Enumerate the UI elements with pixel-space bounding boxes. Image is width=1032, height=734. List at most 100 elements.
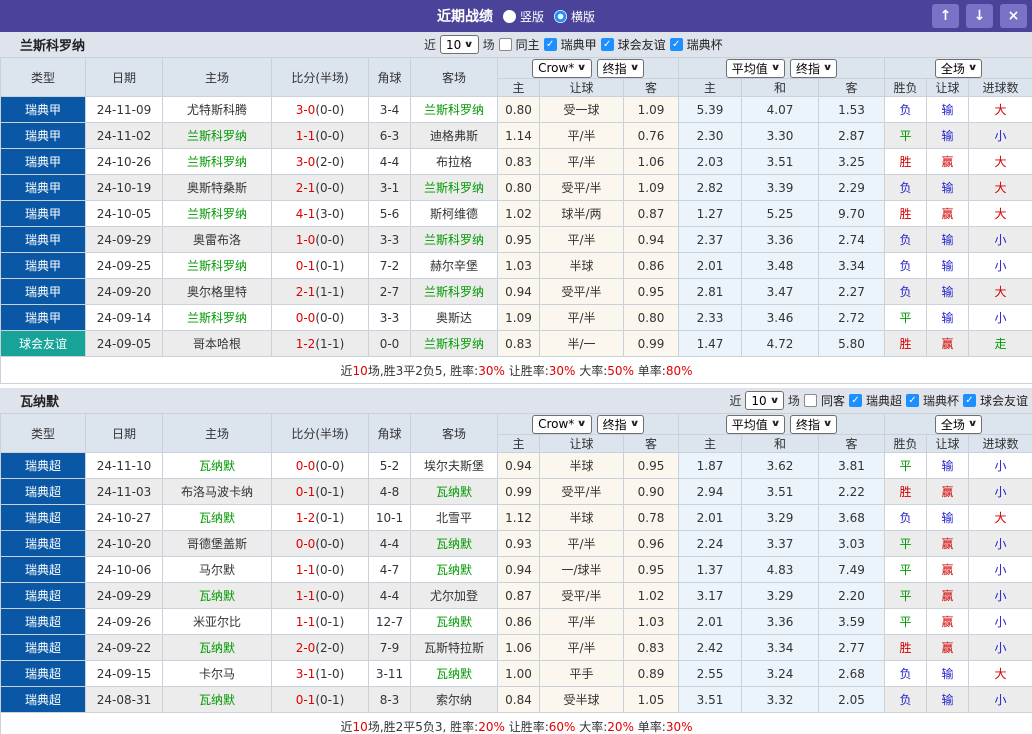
table-row: 瑞典超24-08-31瓦纳默0-1(0-1)8-3索尔纳0.84受半球1.053… — [1, 687, 1032, 713]
summary-segment: 近 — [341, 720, 353, 734]
fulltime-score: 0-1 — [296, 259, 316, 273]
halftime-score: (2-0) — [315, 155, 344, 169]
chevron-down-icon: ∨ — [769, 396, 779, 406]
league-filter-checkbox[interactable]: ✓ — [544, 38, 557, 51]
corner-cell: 4-4 — [369, 149, 411, 175]
result-handicap: 输 — [927, 505, 969, 531]
result-handicap: 赢 — [927, 331, 969, 357]
column-subheader: 让球 — [927, 435, 969, 453]
final-odds-select[interactable]: 终指∨ — [790, 415, 837, 434]
fulltime-select[interactable]: 全场∨ — [935, 415, 982, 434]
odds-group-selects: Crow*∨ 终指∨ — [498, 415, 678, 434]
fulltime-score: 3-0 — [296, 103, 316, 117]
same-venue-label: 同主 — [516, 36, 540, 53]
table-row: 瑞典超24-09-29瓦纳默1-1(0-0)4-4尤尔加登0.87受平/半1.0… — [1, 583, 1032, 609]
title-group: 近期战绩 竖版 横版 — [437, 6, 595, 26]
final-odds-select[interactable]: 终指∨ — [597, 59, 644, 78]
fulltime-score: 2-0 — [296, 641, 316, 655]
result-goals: 小 — [969, 453, 1032, 479]
corner-cell: 7-2 — [369, 253, 411, 279]
odds-group-selects: 全场∨ — [885, 59, 1032, 78]
league-type-cell: 瑞典甲 — [1, 123, 86, 149]
summary-segment: 大率: — [575, 720, 607, 734]
scroll-up-button[interactable]: ↑ — [932, 4, 959, 28]
score-cell: 2-1(1-1) — [272, 279, 369, 305]
handicap-home-odds: 0.94 — [498, 557, 540, 583]
company-select[interactable]: Crow*∨ — [532, 415, 592, 434]
column-header: 客场 — [411, 414, 498, 453]
match-count-select[interactable]: 10 ∨ — [745, 391, 784, 410]
home-team-cell: 兰斯科罗纳 — [163, 123, 272, 149]
score-cell: 1-1(0-0) — [272, 583, 369, 609]
avg-away-odds: 2.05 — [819, 687, 885, 713]
league-filter-label: 球会友谊 — [980, 392, 1028, 409]
score-cell: 0-1(0-1) — [272, 253, 369, 279]
league-filter-checkbox[interactable]: ✓ — [670, 38, 683, 51]
header-row: 类型日期主场比分(半场)角球客场Crow*∨终指∨平均值∨终指∨全场∨ — [1, 414, 1032, 435]
same-venue-checkbox[interactable] — [804, 394, 817, 407]
league-type-cell: 瑞典超 — [1, 583, 86, 609]
league-type-cell: 瑞典超 — [1, 661, 86, 687]
handicap-home-odds: 1.12 — [498, 505, 540, 531]
league-type-cell: 瑞典甲 — [1, 253, 86, 279]
league-filter-checkbox[interactable]: ✓ — [849, 394, 862, 407]
result-wdl: 平 — [885, 453, 927, 479]
halftime-score: (0-0) — [315, 181, 344, 195]
final-odds-select[interactable]: 终指∨ — [597, 415, 644, 434]
halftime-score: (3-0) — [315, 207, 344, 221]
handicap-line: 平/半 — [540, 305, 624, 331]
avg-select[interactable]: 平均值∨ — [726, 415, 785, 434]
league-type-cell: 瑞典甲 — [1, 97, 86, 123]
away-team-cell: 瓦斯特拉斯 — [411, 635, 498, 661]
home-team-cell: 瓦纳默 — [163, 635, 272, 661]
home-team-cell: 哥德堡盖斯 — [163, 531, 272, 557]
layout-radio-horizontal[interactable]: 横版 — [554, 8, 595, 25]
home-team-cell: 兰斯科罗纳 — [163, 149, 272, 175]
away-team-cell: 兰斯科罗纳 — [411, 97, 498, 123]
avg-away-odds: 1.53 — [819, 97, 885, 123]
close-button[interactable]: × — [1000, 4, 1027, 28]
record-summary: 近10场,胜3平2负5, 胜率:30% 让胜率:30% 大率:50% 单率:80… — [1, 357, 1032, 384]
away-team-cell: 奥斯达 — [411, 305, 498, 331]
result-handicap: 输 — [927, 253, 969, 279]
result-goals: 小 — [969, 531, 1032, 557]
league-type-cell: 瑞典甲 — [1, 149, 86, 175]
handicap-line: 平/半 — [540, 123, 624, 149]
table-row: 瑞典超24-11-10瓦纳默0-0(0-0)5-2埃尔夫斯堡0.94半球0.95… — [1, 453, 1032, 479]
same-venue-checkbox[interactable] — [499, 38, 512, 51]
chevron-down-icon: ∨ — [577, 419, 587, 429]
fulltime-select[interactable]: 全场∨ — [935, 59, 982, 78]
handicap-away-odds: 0.96 — [624, 531, 679, 557]
handicap-home-odds: 0.95 — [498, 227, 540, 253]
summary-segment: 单率: — [634, 364, 666, 378]
handicap-away-odds: 0.89 — [624, 661, 679, 687]
league-filter-checkbox[interactable]: ✓ — [963, 394, 976, 407]
score-cell: 0-0(0-0) — [272, 305, 369, 331]
match-count-select[interactable]: 10 ∨ — [440, 35, 479, 54]
avg-home-odds: 5.39 — [679, 97, 742, 123]
table-row: 瑞典超24-10-06马尔默1-1(0-0)4-7瓦纳默0.94一/球半0.95… — [1, 557, 1032, 583]
final-odds-select[interactable]: 终指∨ — [790, 59, 837, 78]
result-wdl: 负 — [885, 505, 927, 531]
avg-away-odds: 3.03 — [819, 531, 885, 557]
avg-away-odds: 3.59 — [819, 609, 885, 635]
league-filter-checkbox[interactable]: ✓ — [906, 394, 919, 407]
home-team-cell: 马尔默 — [163, 557, 272, 583]
team-name: 瓦纳默 — [20, 391, 59, 410]
score-cell: 3-0(0-0) — [272, 97, 369, 123]
league-filter-checkbox[interactable]: ✓ — [601, 38, 614, 51]
recent-label: 近 — [424, 36, 436, 53]
scroll-down-button[interactable]: ↓ — [966, 4, 993, 28]
avg-select[interactable]: 平均值∨ — [726, 59, 785, 78]
corner-cell: 4-7 — [369, 557, 411, 583]
fulltime-score: 2-1 — [296, 285, 316, 299]
handicap-away-odds: 1.02 — [624, 583, 679, 609]
layout-radio-vertical[interactable]: 竖版 — [503, 8, 544, 25]
handicap-line: 半球 — [540, 453, 624, 479]
league-type-cell: 瑞典超 — [1, 479, 86, 505]
select-value: 平均值 — [732, 416, 768, 433]
company-select[interactable]: Crow*∨ — [532, 59, 592, 78]
halftime-score: (0-0) — [315, 459, 344, 473]
away-team-cell: 瓦纳默 — [411, 531, 498, 557]
avg-away-odds: 3.34 — [819, 253, 885, 279]
